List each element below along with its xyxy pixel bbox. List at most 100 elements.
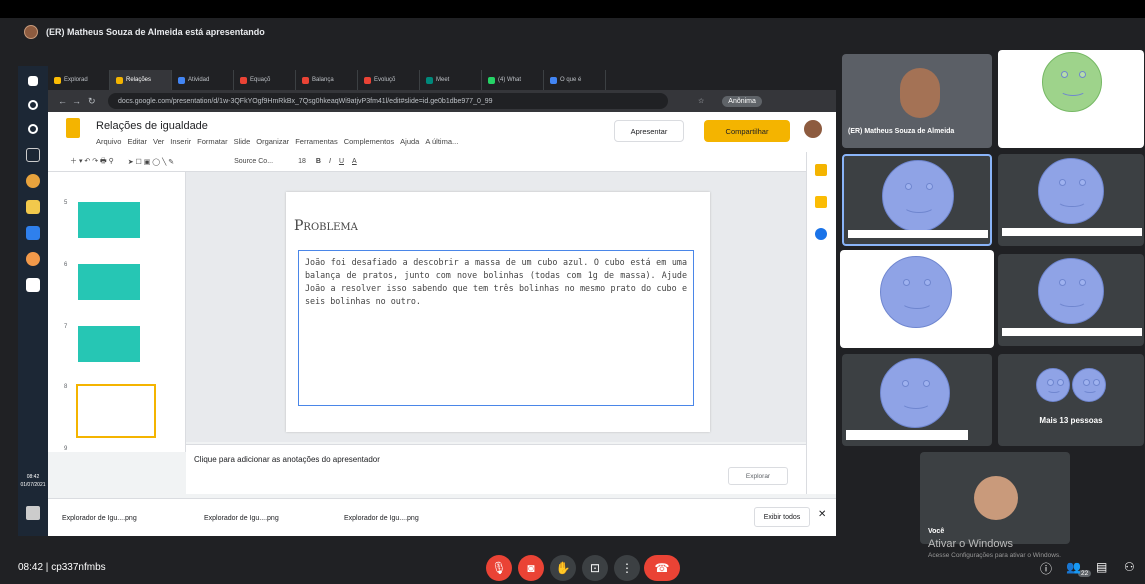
tile-participant[interactable]	[998, 50, 1144, 148]
incognito-profile[interactable]: Anônima	[722, 95, 762, 107]
menu-item[interactable]: Arquivo	[96, 137, 121, 146]
info-icon[interactable]: ⓘ	[1040, 560, 1052, 577]
tile-participant[interactable]	[842, 354, 992, 446]
present-screen-button[interactable]: ⊡	[582, 555, 608, 581]
task-view-icon[interactable]	[26, 148, 40, 162]
menu-item[interactable]: A última...	[425, 137, 458, 146]
camera-off-button[interactable]: ◙	[518, 555, 544, 581]
tasks-icon[interactable]	[815, 228, 827, 240]
browser-tab[interactable]: O que é	[544, 70, 606, 90]
windows-start-icon[interactable]	[28, 76, 38, 86]
browser-tab[interactable]: Evoluçõ	[358, 70, 420, 90]
presenter-banner-text: (ER) Matheus Souza de Almeida está apres…	[46, 27, 265, 37]
url-field[interactable]: docs.google.com/presentation/d/1w-3QFkYO…	[108, 93, 668, 109]
keep-icon[interactable]	[815, 196, 827, 208]
people-icon[interactable]: 👥	[1066, 560, 1081, 574]
underline-icon[interactable]: U	[339, 158, 344, 165]
menu-item[interactable]: Inserir	[170, 137, 191, 146]
browser-tab[interactable]: Equaçõ	[234, 70, 296, 90]
tile-more-people[interactable]: Mais 13 pessoas	[998, 354, 1144, 446]
share-button[interactable]: Compartilhar	[704, 120, 790, 142]
speaker-notes[interactable]: Clique para adicionar as anotações do ap…	[186, 444, 812, 494]
font-size-input[interactable]: 18	[298, 158, 306, 165]
font-select[interactable]: Source Co...	[234, 158, 282, 165]
docs-toolbar: ＋ ▾ ↶ ↷ 🖶 ⚲ ➤ ☐ ▣ ◯ ╲ ✎ Source Co... 18 …	[48, 152, 836, 172]
avatar-smiley	[880, 256, 952, 328]
tab-label: Explorad	[64, 77, 88, 83]
thumb-slide-6[interactable]	[78, 264, 140, 300]
slide-title[interactable]: Problema	[294, 218, 358, 234]
browser-tab[interactable]: Relações	[110, 70, 172, 90]
tab-favicon-icon	[426, 76, 433, 84]
tab-label: Evoluçõ	[374, 77, 396, 83]
acrobat-icon[interactable]	[26, 278, 40, 292]
show-all-button[interactable]: Exibir todos	[754, 507, 810, 527]
explore-button[interactable]: Explorar	[728, 467, 788, 485]
participant-name-bar	[1002, 228, 1142, 236]
firefox-icon[interactable]	[26, 252, 40, 266]
browser-tab[interactable]: Explorad	[48, 70, 110, 90]
tab-label: O que é	[560, 77, 582, 83]
close-downloads-icon[interactable]: ✕	[818, 509, 826, 520]
back-icon[interactable]: ←	[58, 96, 67, 106]
tile-self[interactable]: Você	[920, 452, 1070, 544]
bold-icon[interactable]: B	[316, 158, 321, 165]
bookmark-icon[interactable]: ☆	[698, 97, 704, 105]
slide-thumbnails: 5 6 7 8 9	[48, 172, 186, 452]
activities-icon[interactable]: ⚇	[1124, 560, 1135, 574]
tile-participant[interactable]	[998, 254, 1144, 346]
menu-item[interactable]: Complementos	[344, 137, 394, 146]
thumb-slide-7[interactable]	[78, 326, 140, 362]
new-slide-icon[interactable]: ＋ ▾ ↶ ↷ 🖶 ⚲	[70, 156, 114, 168]
raise-hand-button[interactable]: ✋	[550, 555, 576, 581]
browser-tab[interactable]: (4) What	[482, 70, 544, 90]
docs-menu: Arquivo Editar Ver Inserir Formatar Slide Orga…	[96, 137, 458, 146]
menu-item[interactable]: Editar	[127, 137, 147, 146]
download-item[interactable]: Explorador de Igu....png	[204, 509, 279, 527]
menu-item[interactable]: Ver	[153, 137, 164, 146]
tab-favicon-icon	[116, 76, 123, 84]
slides-logo-icon[interactable]	[66, 118, 80, 138]
doc-title[interactable]: Relações de igualdade	[96, 120, 208, 132]
forward-icon[interactable]: →	[72, 96, 81, 106]
avatar-smiley	[1038, 158, 1104, 224]
docs-header: Relações de igualdade Arquivo Editar Ver In…	[48, 112, 836, 152]
calendar-icon[interactable]	[815, 164, 827, 176]
menu-item[interactable]: Ajuda	[400, 137, 419, 146]
search-icon[interactable]	[28, 100, 38, 110]
menu-item[interactable]: Organizar	[256, 137, 289, 146]
tile-presenter[interactable]: (ER) Matheus Souza de Almeida	[842, 54, 992, 148]
cortana-icon[interactable]	[28, 124, 38, 134]
thumb-slide-8-selected[interactable]	[76, 384, 156, 438]
download-item[interactable]: Explorador de Igu....png	[62, 509, 137, 527]
slide-textbox[interactable]: João foi desafiado a descobrir a massa d…	[298, 250, 694, 406]
italic-icon[interactable]: I	[329, 158, 331, 165]
tile-participant[interactable]	[998, 154, 1144, 246]
thumb-slide-5[interactable]	[78, 202, 140, 238]
mail-icon[interactable]	[26, 226, 40, 240]
browser-tab[interactable]: Balança	[296, 70, 358, 90]
chat-icon[interactable]: ▤	[1096, 560, 1107, 574]
browser-tab[interactable]: Atividad	[172, 70, 234, 90]
tile-participant[interactable]	[840, 250, 994, 348]
more-options-button[interactable]: ⋮	[614, 555, 640, 581]
menu-item[interactable]: Ferramentas	[295, 137, 338, 146]
file-explorer-icon[interactable]	[26, 200, 40, 214]
tile-participant[interactable]	[842, 154, 992, 246]
chrome-icon[interactable]	[26, 174, 40, 188]
downloads-bar: Explorador de Igu....png Explorador de I…	[48, 498, 836, 536]
select-tool-icon[interactable]: ➤ ☐ ▣ ◯ ╲ ✎	[128, 158, 174, 166]
tab-label: Meet	[436, 77, 450, 83]
present-button[interactable]: Apresentar	[614, 120, 684, 142]
browser-tab[interactable]: Meet	[420, 70, 482, 90]
reload-icon[interactable]: ↻	[88, 96, 96, 107]
leave-call-button[interactable]: ☎	[644, 555, 680, 581]
mic-off-button[interactable]: 🎙	[486, 555, 512, 581]
text-color-icon[interactable]: A	[352, 158, 357, 165]
menu-item[interactable]: Slide	[234, 137, 251, 146]
notification-icon[interactable]	[26, 506, 40, 520]
menu-item[interactable]: Formatar	[197, 137, 227, 146]
download-item[interactable]: Explorador de Igu....png	[344, 509, 419, 527]
account-avatar[interactable]	[804, 120, 822, 138]
avatar-smiley	[880, 358, 950, 428]
